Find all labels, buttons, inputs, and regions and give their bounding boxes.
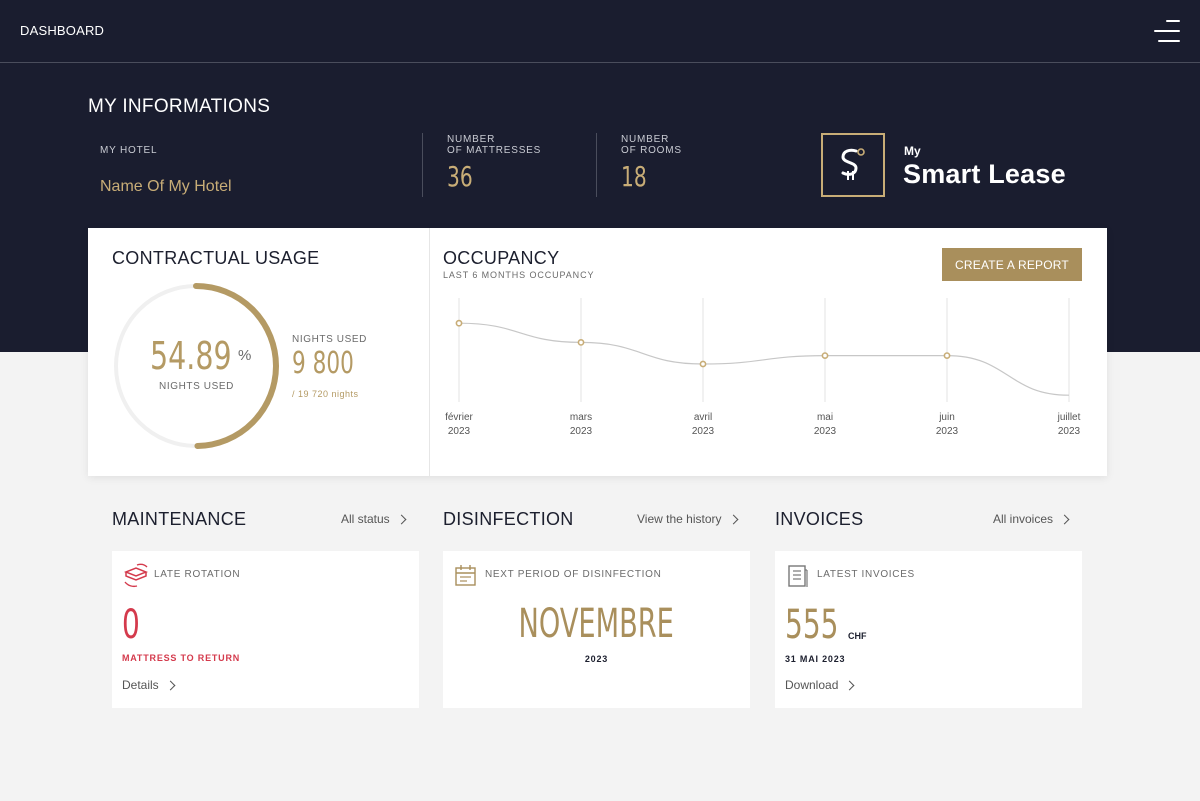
- mattresses-label: NUMBER OF MATTRESSES: [447, 134, 542, 156]
- usage-percent: 54.89: [150, 334, 232, 378]
- download-link[interactable]: Download: [785, 678, 855, 692]
- latest-invoices-label: LATEST INVOICES: [817, 569, 915, 580]
- all-invoices-link[interactable]: All invoices: [993, 512, 1070, 526]
- nights-used-value: 9 800: [292, 346, 354, 381]
- x-tick-month: mars: [570, 412, 592, 423]
- mattress-rotation-icon: [123, 563, 149, 588]
- view-history-link[interactable]: View the history: [637, 512, 738, 526]
- invoices-title: INVOICES: [775, 509, 864, 529]
- my-informations-title: MY INFORMATIONS: [88, 96, 271, 117]
- x-tick-year: 2023: [570, 426, 593, 437]
- chart-point[interactable]: [455, 319, 463, 327]
- hotel-name: Name Of My Hotel: [100, 178, 232, 195]
- chevron-right-icon: [165, 680, 176, 691]
- hotel-label: MY HOTEL: [100, 145, 158, 156]
- divider: [596, 133, 597, 197]
- x-tick-year: 2023: [936, 426, 959, 437]
- rooms-count: 18: [621, 160, 647, 193]
- chevron-right-icon: [396, 514, 407, 525]
- invoice-date: 31 MAI 2023: [785, 654, 846, 664]
- chevron-right-icon: [844, 680, 855, 691]
- mattress-to-return-label: MATTRESS TO RETURN: [122, 653, 241, 663]
- x-tick-year: 2023: [448, 426, 471, 437]
- create-report-button[interactable]: CREATE A REPORT: [942, 248, 1082, 281]
- chevron-right-icon: [1059, 514, 1070, 525]
- invoice-icon: [788, 565, 808, 587]
- x-tick-year: 2023: [1058, 426, 1081, 437]
- card-divider: [429, 228, 430, 476]
- x-tick-month: avril: [694, 412, 712, 423]
- logo-my: My: [904, 144, 921, 158]
- divider: [422, 133, 423, 197]
- disinfection-year: 2023: [584, 654, 609, 664]
- page-title: DASHBOARD: [20, 23, 105, 38]
- x-tick-year: 2023: [692, 426, 715, 437]
- occupancy-subtitle: LAST 6 MONTHS OCCUPANCY: [443, 270, 595, 280]
- chart-point[interactable]: [577, 339, 585, 346]
- x-tick-month: juillet: [1057, 412, 1081, 423]
- x-tick-month: février: [445, 412, 473, 423]
- occupancy-line: [458, 322, 1070, 396]
- x-tick-month: juin: [938, 412, 955, 423]
- mattresses-count: 36: [447, 160, 473, 193]
- occupancy-chart: février 2023 mars 2023 avril 2023 mai 2023 juin 2…: [445, 298, 1081, 437]
- all-status-link[interactable]: All status: [341, 512, 407, 526]
- usage-percent-sign: %: [238, 347, 252, 364]
- late-rotation-label: LATE ROTATION: [154, 569, 241, 580]
- smart-lease-logo-icon: [821, 133, 885, 197]
- usage-occupancy-card: CONTRACTUAL USAGE 54.89 % NIGHTS USED NI…: [88, 228, 1107, 476]
- maintenance-card: LATE ROTATION 0 MATTRESS TO RETURN Detai…: [112, 551, 419, 708]
- invoice-currency: CHF: [848, 631, 867, 641]
- x-tick-year: 2023: [814, 426, 837, 437]
- top-bar: DASHBOARD: [0, 0, 1200, 63]
- chart-point[interactable]: [943, 352, 951, 359]
- contractual-usage-title: CONTRACTUAL USAGE: [112, 248, 320, 268]
- invoices-card: LATEST INVOICES 555 CHF 31 MAI 2023 Down…: [775, 551, 1082, 708]
- maintenance-title: MAINTENANCE: [112, 509, 247, 529]
- nights-used-label: NIGHTS USED: [292, 334, 367, 345]
- details-link[interactable]: Details: [122, 678, 176, 692]
- chart-point[interactable]: [699, 360, 707, 368]
- nights-total: / 19 720 nights: [292, 389, 359, 399]
- disinfection-title: DISINFECTION: [443, 509, 574, 529]
- disinfection-month: NOVEMBRE: [518, 601, 675, 647]
- x-tick-month: mai: [817, 412, 833, 423]
- occupancy-title: OCCUPANCY: [443, 248, 560, 268]
- next-disinfection-label: NEXT PERIOD OF DISINFECTION: [485, 569, 662, 580]
- late-rotation-count: 0: [122, 602, 140, 648]
- hamburger-menu-icon[interactable]: [1150, 18, 1180, 44]
- invoice-amount: 555: [785, 602, 839, 648]
- usage-percent-label: NIGHTS USED: [159, 381, 234, 392]
- rooms-label: NUMBER OF ROOMS: [621, 134, 682, 156]
- chevron-right-icon: [728, 514, 738, 525]
- logo-name: Smart Lease: [903, 159, 1066, 189]
- calendar-icon: [455, 565, 476, 586]
- disinfection-card: NEXT PERIOD OF DISINFECTION NOVEMBRE 202…: [443, 551, 750, 708]
- chart-point[interactable]: [821, 352, 829, 359]
